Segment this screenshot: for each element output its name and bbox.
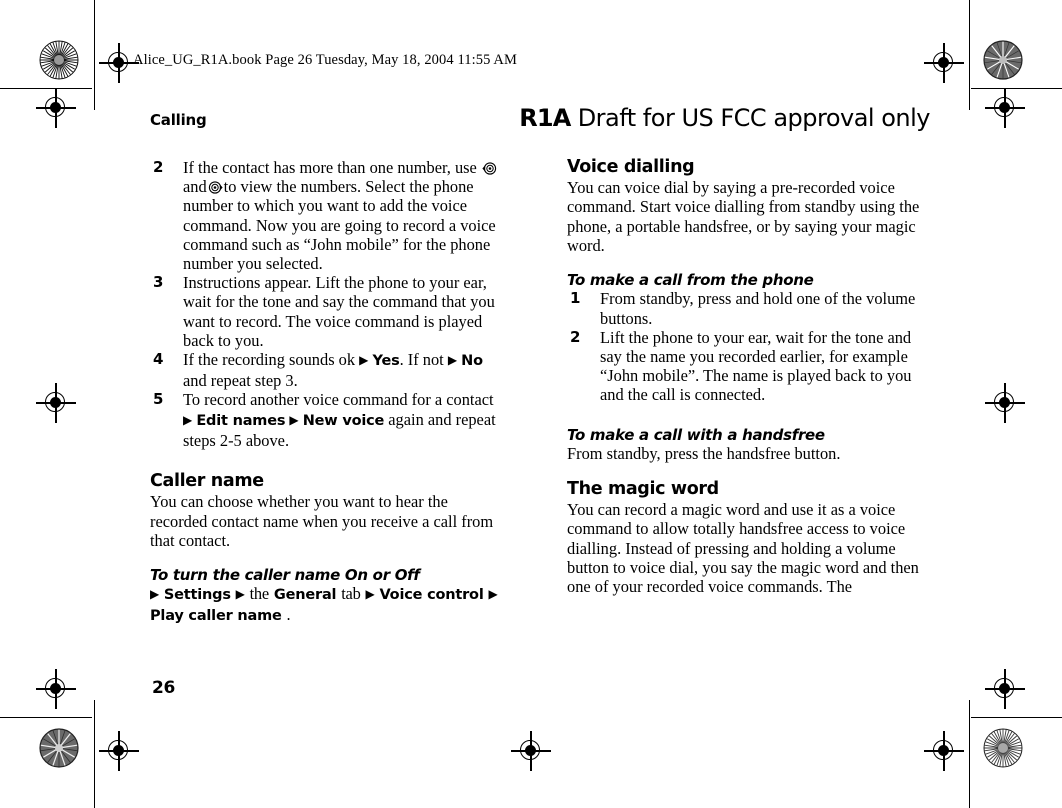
list-item: 5 To record another voice command for a c… — [150, 390, 505, 450]
menu-arrow-icon: ▶ — [359, 353, 369, 368]
ui-label: Settings — [163, 587, 231, 604]
menu-arrow-icon: ▶ — [183, 412, 193, 427]
nav-key-right-icon — [208, 181, 223, 194]
step-number: 1 — [570, 289, 581, 308]
ui-label: Play caller name — [150, 608, 282, 625]
draft-notice-text: Draft for US FCC approval only — [577, 104, 931, 132]
inline-text: . — [286, 605, 291, 625]
step-number: 2 — [570, 327, 581, 346]
list-item: 4 If the recording sounds ok ▶ Yes. If no… — [150, 350, 505, 390]
step-text: Instructions appear. Lift the phone to y… — [183, 273, 495, 350]
ui-label: Edit names — [196, 412, 286, 429]
menu-arrow-icon: ▶ — [447, 353, 458, 368]
step-text: To record another voice command for a co… — [183, 390, 496, 449]
list-item: 2 If the contact has more than one number… — [150, 158, 505, 273]
ui-label: Voice control — [379, 587, 484, 604]
running-head: Calling R1A Draft for US FCC approval on… — [150, 104, 931, 138]
left-column: 2 If the contact has more than one number… — [150, 158, 505, 626]
inline-text: and repeat step 3. — [183, 371, 298, 391]
inline-text: . If not — [399, 350, 448, 370]
ui-label: No — [461, 353, 483, 370]
ui-label: New voice — [302, 412, 385, 429]
step-text: From standby, press and hold one of the … — [600, 289, 916, 328]
revision-label: R1A — [519, 104, 571, 132]
step-text: If the recording sounds ok ▶ Yes. If not… — [183, 350, 483, 390]
menu-arrow-icon: ▶ — [150, 587, 160, 602]
procedure-heading-turn-caller-name: To turn the caller name On or Off — [150, 565, 420, 584]
step-text: Lift the phone to your ear, wait for the… — [600, 327, 912, 405]
step-text: If the contact has more than one number,… — [183, 158, 498, 273]
menu-arrow-icon: ▶ — [488, 587, 498, 602]
voice-dialling-body: You can voice dial by saying a pre-recor… — [567, 178, 920, 255]
inline-text: tab — [341, 584, 361, 604]
section-heading-voice-dialling: Voice dialling — [567, 157, 695, 177]
right-column: Voice dialling You can voice dial by say… — [567, 157, 922, 597]
inline-text: the — [249, 584, 270, 604]
step-text-remainder: to view the numbers. Select the phone nu… — [183, 177, 496, 274]
menu-arrow-icon: ▶ — [365, 587, 375, 602]
ui-label: General — [273, 587, 337, 604]
inline-text: To record another voice command for a co… — [183, 390, 494, 410]
ui-label: Yes — [372, 353, 400, 370]
step-text-conjunction: and — [183, 177, 207, 197]
procedure-heading-call-from-phone: To make a call from the phone — [567, 271, 814, 290]
call-with-handsfree-body: From standby, press the handsfree button… — [567, 443, 841, 463]
call-from-phone-steps: 1 From standby, press and hold one of the… — [567, 289, 922, 404]
inline-text: If the recording sounds ok — [183, 350, 360, 370]
magic-word-body: You can record a magic word and use it a… — [567, 500, 919, 597]
caller-name-body: You can choose whether you want to hear … — [150, 492, 494, 550]
draft-notice: R1A Draft for US FCC approval only — [519, 104, 930, 132]
step-number: 5 — [153, 390, 164, 409]
page-number: 26 — [152, 678, 176, 698]
step-text-part: If the contact has more than one number,… — [183, 158, 477, 177]
step-number: 4 — [153, 350, 164, 369]
page-content: Calling R1A Draft for US FCC approval on… — [0, 0, 1062, 808]
list-item: 2 Lift the phone to your ear, wait for th… — [567, 328, 922, 405]
step-number: 2 — [153, 158, 164, 176]
step-number: 3 — [153, 273, 164, 292]
section-heading-magic-word: The magic word — [567, 478, 719, 499]
menu-arrow-icon: ▶ — [235, 587, 245, 602]
list-item: 1 From standby, press and hold one of the… — [567, 289, 922, 327]
nav-key-left-icon — [482, 162, 497, 175]
list-item: 3 Instructions appear. Lift the phone to … — [150, 273, 505, 350]
menu-arrow-icon: ▶ — [289, 412, 299, 427]
section-heading-caller-name: Caller name — [150, 471, 264, 492]
procedure-heading-call-with-handsfree: To make a call with a handsfree — [567, 425, 825, 444]
chapter-title: Calling — [150, 111, 207, 129]
menu-path-caller-name: ▶ Settings ▶ the General tab ▶ Voice con… — [150, 584, 505, 626]
voice-command-steps: 2 If the contact has more than one number… — [150, 158, 505, 450]
